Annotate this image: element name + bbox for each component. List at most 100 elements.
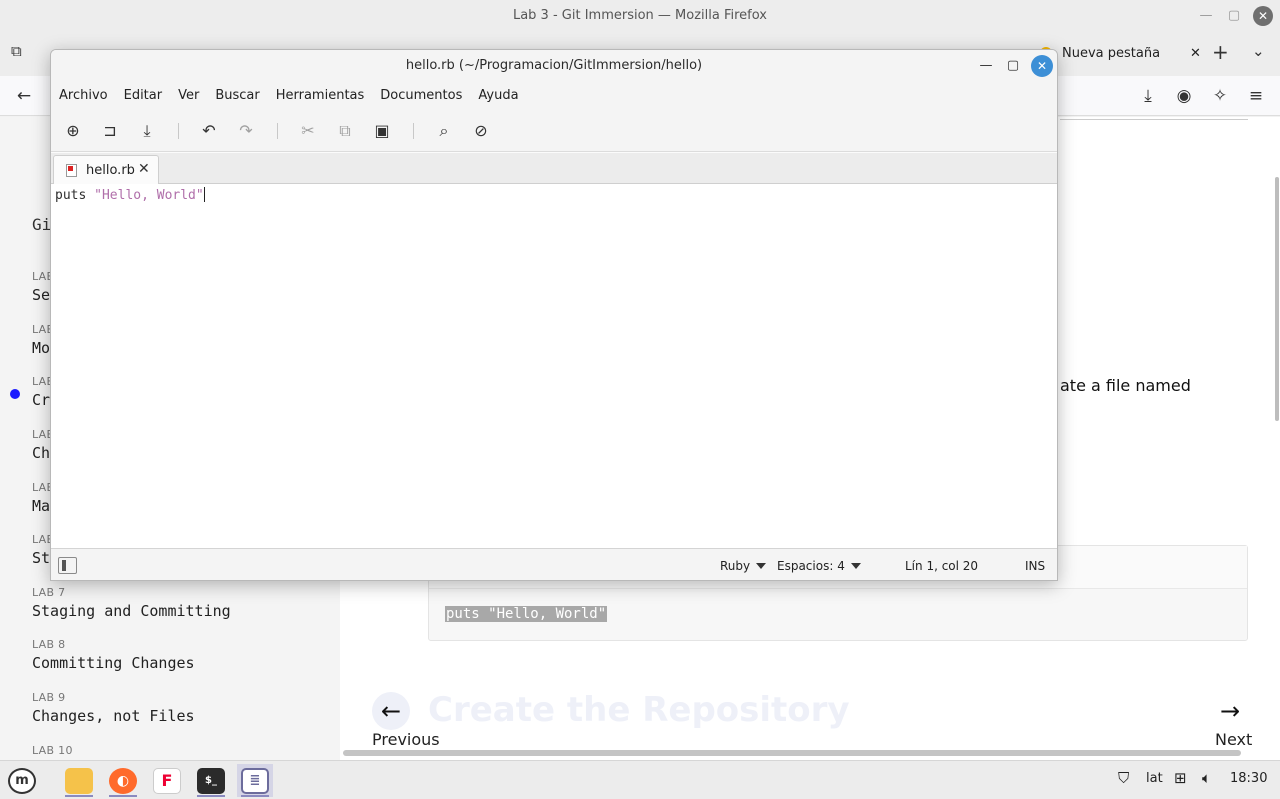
dropdown-arrow-icon <box>850 563 861 569</box>
menu-ver[interactable]: Ver <box>178 82 207 110</box>
volume-icon[interactable]: 🔈︎ <box>1202 769 1211 787</box>
keyboard-layout[interactable]: lat <box>1146 771 1163 786</box>
downloads-icon[interactable]: ⤓ <box>1138 86 1158 106</box>
new-tab-plus-icon[interactable]: + <box>1212 40 1229 64</box>
dropdown-arrow-icon <box>756 563 767 569</box>
text-cursor <box>203 187 205 202</box>
lab-pager: ← Create the Repository → Previous Next <box>0 687 1280 757</box>
insert-mode[interactable]: INS <box>1025 559 1045 573</box>
next-arrow-icon[interactable]: → <box>1212 692 1248 730</box>
menu-editar[interactable]: Editar <box>124 82 171 110</box>
tab-new-tab[interactable]: Nueva pestaña ✕ <box>1040 38 1201 68</box>
menu-buscar[interactable]: Buscar <box>215 82 267 110</box>
text-editor-icon: ≣ <box>241 767 269 794</box>
firefox-titlebar: Lab 3 - Git Immersion — Mozilla Firefox … <box>0 0 1280 32</box>
language-label: Ruby <box>720 559 751 573</box>
tab-hello-rb[interactable]: hello.rb ✕ <box>53 155 159 185</box>
search-icon[interactable]: ⌕ <box>433 120 455 142</box>
language-selector[interactable]: Ruby <box>720 559 767 573</box>
open-folder-icon[interactable]: ⊐ <box>99 120 121 142</box>
copy-icon[interactable]: ⧉ <box>334 120 356 142</box>
active-lab-indicator <box>10 389 20 399</box>
previous-arrow-icon[interactable]: ← <box>372 692 410 730</box>
files-app-button[interactable] <box>61 764 97 797</box>
network-icon[interactable]: ⊞ <box>1174 769 1187 787</box>
taskbar: m ◐ F $_ ≣ ⛉ lat ⊞ 🔈︎ 18:30 <box>0 760 1280 799</box>
menu-documentos[interactable]: Documentos <box>380 82 470 110</box>
previous-link[interactable]: Previous <box>372 730 440 749</box>
running-indicator <box>197 795 225 797</box>
code-line-1[interactable]: puts "Hello, World" <box>55 187 205 203</box>
editor-text-area[interactable]: puts "Hello, World" <box>51 184 1057 548</box>
folder-icon <box>65 767 93 794</box>
tab-overview-icon[interactable]: ⧉ <box>11 42 22 60</box>
tab-list-chevron-icon[interactable]: ⌄ <box>1252 42 1265 60</box>
sidebar-item-lab-7[interactable]: LAB 7 Staging and Committing <box>32 586 332 620</box>
sidebar-item-lab-8[interactable]: LAB 8 Committing Changes <box>32 638 332 672</box>
account-icon[interactable]: ◉ <box>1174 86 1194 106</box>
running-indicator <box>109 795 137 797</box>
minimize-icon[interactable]: — <box>975 55 997 77</box>
save-download-icon[interactable]: ⤓ <box>136 120 158 142</box>
text-editor-app-button[interactable]: ≣ <box>237 764 273 797</box>
lab-number: LAB 8 <box>32 638 66 651</box>
shield-icon[interactable]: ⛉ <box>1118 769 1129 787</box>
new-document-icon[interactable]: ⊕ <box>62 120 84 142</box>
tab-close-icon[interactable]: ✕ <box>1190 46 1201 61</box>
close-icon[interactable]: ✕ <box>1253 6 1273 26</box>
lab-title: Committing Changes <box>32 654 195 672</box>
tab-label: hello.rb <box>86 163 135 178</box>
vertical-scrollbar[interactable] <box>1275 177 1279 421</box>
indent-selector[interactable]: Espacios: 4 <box>777 559 861 573</box>
editor-tab-strip: hello.rb ✕ <box>51 153 1057 185</box>
lab-title: Staging and Committing <box>32 602 231 620</box>
menu-herramientas[interactable]: Herramientas <box>276 82 373 110</box>
code-keyword: puts <box>55 188 87 203</box>
menu-ayuda[interactable]: Ayuda <box>478 82 526 110</box>
clock[interactable]: 18:30 <box>1230 771 1267 786</box>
next-link[interactable]: Next <box>1215 730 1252 749</box>
lab-body-text: ate a file named <box>1060 376 1191 395</box>
search-replace-icon[interactable]: ⊘ <box>470 120 492 142</box>
maximize-icon[interactable]: ▢ <box>1002 55 1024 77</box>
next-lab-title[interactable]: Create the Repository <box>428 690 850 730</box>
back-arrow-icon[interactable]: ← <box>14 86 34 106</box>
tab-label: Nueva pestaña <box>1062 45 1161 61</box>
close-icon[interactable]: ✕ <box>1031 55 1053 77</box>
horizontal-scrollbar[interactable] <box>343 750 1241 756</box>
terminal-app-button[interactable]: $_ <box>193 764 229 797</box>
toolbar-separator <box>178 123 179 139</box>
redo-icon[interactable]: ↷ <box>235 120 257 142</box>
start-menu-button[interactable]: m <box>4 764 40 797</box>
editor-window-title: hello.rb (~/Programacion/GitImmersion/he… <box>405 58 703 73</box>
app-store-button[interactable]: F <box>149 764 185 797</box>
menu-archivo[interactable]: Archivo <box>59 82 116 110</box>
firefox-app-button[interactable]: ◐ <box>105 764 141 797</box>
editor-titlebar: hello.rb (~/Programacion/GitImmersion/he… <box>51 50 1057 82</box>
code-string: "Hello, World" <box>94 188 204 203</box>
cut-icon[interactable]: ✂ <box>297 120 319 142</box>
paste-clipboard-icon[interactable]: ▣ <box>371 120 393 142</box>
text-editor-window: hello.rb (~/Programacion/GitImmersion/he… <box>50 49 1058 581</box>
running-indicator <box>241 795 269 797</box>
content-divider <box>1060 119 1248 120</box>
lab-number: LAB 7 <box>32 586 66 599</box>
mint-logo-icon: m <box>8 767 36 794</box>
side-panel-toggle-icon[interactable] <box>58 557 77 574</box>
toolbar-separator <box>413 123 414 139</box>
undo-icon[interactable]: ↶ <box>198 120 220 142</box>
indent-label: Espacios: 4 <box>777 559 845 573</box>
editor-toolbar: ⊕ ⊐ ⤓ ↶ ↷ ✂ ⧉ ▣ ⌕ ⊘ <box>51 110 1057 152</box>
maximize-icon[interactable]: ▢ <box>1224 6 1244 26</box>
editor-menubar: Archivo Editar Ver Buscar Herramientas D… <box>51 82 1057 110</box>
hamburger-menu-icon[interactable]: ≡ <box>1246 86 1266 106</box>
tab-close-icon[interactable]: ✕ <box>138 161 150 177</box>
code-sample-text[interactable]: puts "Hello, World" <box>445 606 608 622</box>
minimize-icon[interactable]: — <box>1196 6 1216 26</box>
toolbar-separator <box>277 123 278 139</box>
firefox-icon: ◐ <box>109 767 137 794</box>
extensions-icon[interactable]: ✧ <box>1210 86 1230 106</box>
software-manager-icon: F <box>153 767 181 794</box>
running-indicator <box>65 795 93 797</box>
cursor-position[interactable]: Lín 1, col 20 <box>905 559 978 573</box>
